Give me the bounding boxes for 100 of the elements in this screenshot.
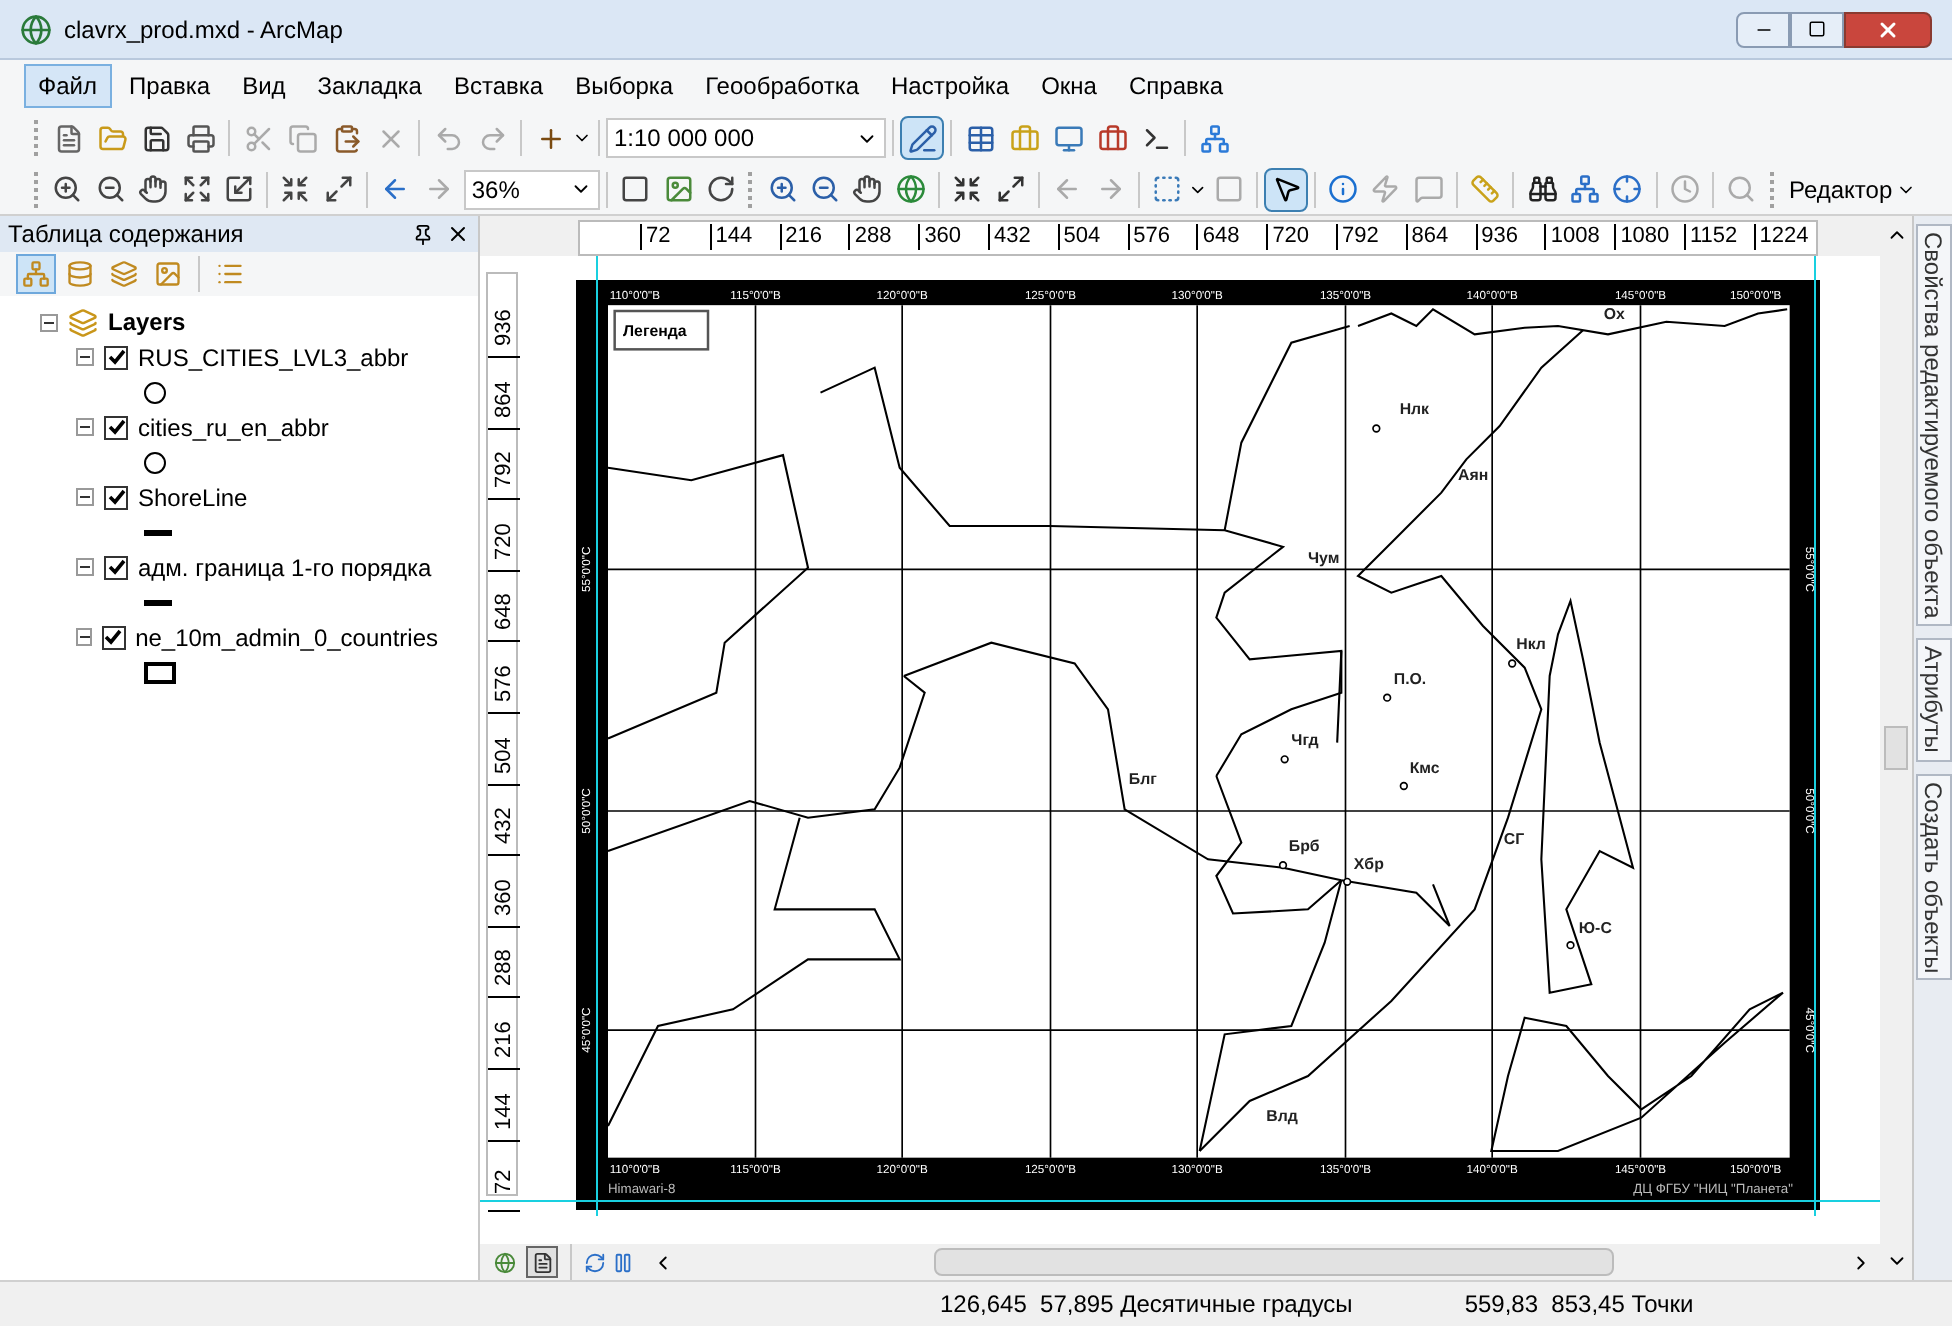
menu-item[interactable]: Вставка [439, 64, 558, 108]
city-point-icon [1508, 659, 1517, 668]
panel-title: Таблица содержания [8, 218, 246, 252]
layer-checkbox[interactable] [104, 345, 128, 369]
ruler-label: 648 [488, 582, 520, 643]
ruler-label: 1008 [1544, 224, 1600, 250]
ruler-label: 936 [1475, 224, 1518, 250]
layer-group-name[interactable]: Layers [108, 304, 186, 340]
select-elements-icon[interactable] [1264, 167, 1308, 211]
city-label: П.О. [1393, 670, 1427, 689]
ruler-label: 432 [988, 224, 1031, 250]
layer-checkbox[interactable] [104, 415, 128, 439]
menu-item[interactable]: Настройка [877, 64, 1024, 108]
side-panel-tab[interactable]: Создать объекты [1915, 773, 1951, 981]
city-label: СГ [1503, 829, 1525, 848]
menu-item[interactable]: Вид [228, 64, 300, 108]
menu-item[interactable]: Правка [115, 64, 225, 108]
city-point-icon [1566, 941, 1575, 950]
city-point-icon [1399, 781, 1408, 791]
zoom-dropdown[interactable]: 36% [463, 169, 601, 209]
city-label: Нлк [1399, 400, 1430, 419]
layers-icon [68, 307, 98, 337]
layer-checkbox[interactable] [102, 625, 126, 649]
layer-name[interactable]: cities_ru_en_abbr [138, 409, 329, 445]
menu-item[interactable]: Файл [24, 64, 112, 108]
ruler-label: 648 [1196, 224, 1240, 250]
ruler-label: 216 [779, 224, 822, 250]
city-label: Чум [1308, 548, 1340, 567]
layer-name[interactable]: ShoreLine [138, 479, 248, 515]
menu-item[interactable]: Геообработка [691, 64, 874, 108]
collapse-icon[interactable] [76, 558, 94, 576]
ruler-label: 1152 [1684, 224, 1738, 250]
ruler-label: 576 [1127, 224, 1170, 250]
ruler-label: 216 [488, 1010, 520, 1070]
city-label: Кмс [1409, 758, 1440, 777]
pause-icon[interactable] [612, 1251, 634, 1273]
ruler-label: 432 [488, 796, 520, 857]
point-symbol-icon [144, 381, 166, 403]
layer-name[interactable]: адм. граница 1-го порядка [138, 549, 432, 585]
city-label: Влд [1266, 1107, 1298, 1125]
page-coordinates-text: 559,83 853,45 Точки [1464, 1288, 1694, 1322]
window-title: clavrx_prod.mxd - ArcMap [64, 13, 343, 47]
ruler-label: 936 [488, 298, 520, 358]
coordinates-text: 126,645 57,895 Десятичные градусы [940, 1288, 1353, 1322]
menu-item[interactable]: Справка [1114, 64, 1238, 108]
ruler-label: 720 [488, 511, 520, 572]
collapse-icon[interactable] [40, 313, 58, 331]
line-symbol-icon [144, 599, 172, 605]
ruler-label: 1080 [1614, 224, 1670, 250]
editor-menu[interactable]: Редактор [1780, 169, 1925, 209]
city-label: Ю-С [1578, 918, 1612, 937]
scroll-thumb[interactable] [1884, 726, 1908, 770]
city-label: Чгд [1291, 731, 1319, 750]
ruler-label: 792 [1336, 224, 1379, 250]
ruler-label: 720 [1266, 224, 1310, 250]
city-point-icon [1383, 693, 1392, 702]
layer-name[interactable]: ne_10m_admin_0_countries [135, 619, 438, 655]
ruler-label: 792 [488, 440, 520, 501]
side-panel-tab[interactable]: Свойства редактируемого объекта [1915, 224, 1951, 627]
side-panel-tab[interactable]: Атрибуты [1915, 638, 1951, 762]
city-label: Аян [1458, 466, 1489, 485]
city-point-icon [1343, 877, 1352, 886]
ruler-label: 504 [488, 725, 520, 786]
ruler-label: 360 [488, 867, 520, 928]
ruler-label: 288 [488, 938, 520, 999]
collapse-icon[interactable] [76, 348, 94, 366]
ruler-label: 72 [640, 224, 671, 250]
menu-item[interactable]: Закладка [303, 64, 436, 108]
ruler-label: 144 [488, 1081, 520, 1142]
layout-view-button[interactable] [526, 1246, 558, 1278]
legend-box: Легенда [613, 309, 710, 351]
ruler-label: 144 [709, 224, 753, 250]
collapse-icon[interactable] [76, 418, 94, 436]
city-point-icon [1280, 755, 1289, 764]
layer-name[interactable]: RUS_CITIES_LVL3_abbr [138, 339, 409, 375]
close-icon[interactable] [446, 222, 470, 246]
ruler-label: 360 [918, 224, 962, 250]
city-label: Блг [1128, 770, 1157, 789]
ruler-label: 864 [1405, 224, 1449, 250]
refresh-icon[interactable] [584, 1251, 606, 1273]
ruler-label: 1224 [1753, 224, 1809, 250]
menu-item[interactable]: Окна [1027, 64, 1111, 108]
pin-icon[interactable] [412, 223, 434, 245]
ruler-label: 576 [488, 654, 520, 714]
ruler-label: 504 [1057, 224, 1101, 250]
layer-checkbox[interactable] [104, 555, 128, 579]
ruler-label: 864 [488, 369, 520, 430]
line-symbol-icon [144, 529, 172, 535]
close-button[interactable] [1844, 11, 1932, 47]
collapse-icon[interactable] [76, 628, 93, 646]
close-icon [1876, 17, 1900, 41]
scale-dropdown[interactable]: 1:10 000 000 [606, 118, 886, 158]
collapse-icon[interactable] [76, 488, 94, 506]
maximize-button[interactable] [1790, 11, 1844, 47]
city-point-icon [1278, 861, 1288, 870]
layer-checkbox[interactable] [104, 485, 128, 509]
point-symbol-icon [144, 451, 166, 473]
city-point-icon [1372, 424, 1381, 433]
menu-item[interactable]: Выборка [561, 64, 688, 108]
editor-toolbar-icon[interactable] [900, 116, 944, 160]
